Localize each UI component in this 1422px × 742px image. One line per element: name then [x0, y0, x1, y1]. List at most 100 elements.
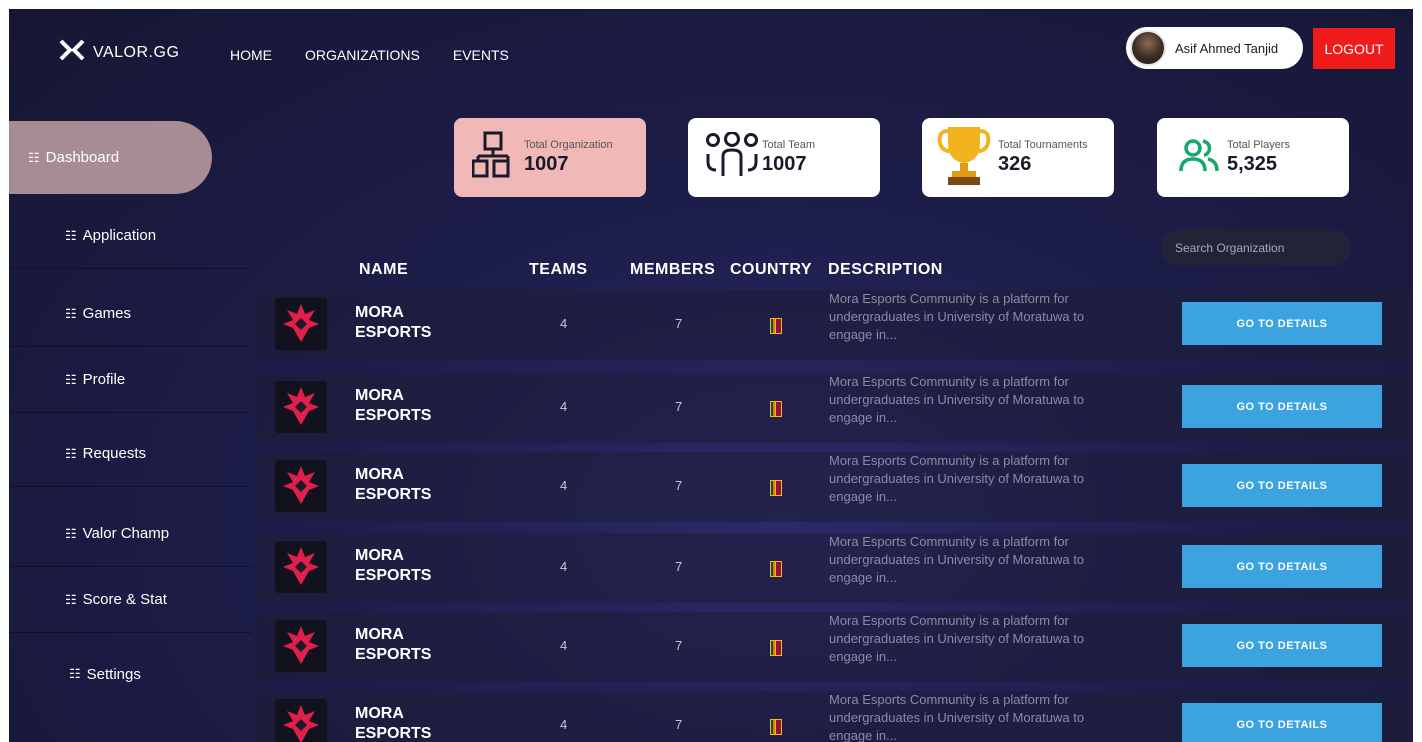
trophy-icon — [936, 123, 992, 192]
go-to-details-button[interactable]: GO TO DETAILS — [1182, 464, 1382, 507]
teams-count: 4 — [560, 316, 568, 331]
stat-card-teams: Total Team 1007 — [688, 118, 880, 197]
grid-icon: ☷ — [65, 305, 77, 321]
table-row: MORA ESPORTS 4 7 Mora Esports Community … — [255, 612, 1413, 682]
hierarchy-icon — [471, 131, 514, 184]
org-name-line: ESPORTS — [355, 567, 432, 584]
sidebar-item-label: Games — [82, 305, 132, 322]
org-name: MORA ESPORTS — [355, 625, 455, 665]
org-name-line: ESPORTS — [355, 486, 432, 503]
org-logo — [275, 699, 327, 742]
org-description: Mora Esports Community is a platform for… — [829, 453, 1085, 504]
column-header-members: MEMBERS — [630, 261, 716, 278]
org-name-line: MORA — [355, 387, 404, 404]
team-icon — [704, 131, 760, 183]
column-header-description: DESCRIPTION — [828, 261, 943, 278]
valor-logo-icon — [59, 39, 85, 66]
org-logo — [275, 381, 327, 433]
go-to-details-button[interactable]: GO TO DETAILS — [1182, 302, 1382, 345]
org-name: MORA ESPORTS — [355, 386, 455, 426]
app-frame: VALOR.GG HOME ORGANIZATIONS EVENTS Asif … — [9, 9, 1413, 742]
table-row: MORA ESPORTS 4 7 Mora Esports Community … — [255, 533, 1413, 603]
teams-count: 4 — [560, 559, 568, 574]
brand-name: VALOR.GG — [93, 43, 180, 61]
table-row: MORA ESPORTS 4 7 Mora Esports Community … — [255, 691, 1413, 742]
teams-count: 4 — [560, 717, 568, 732]
grid-icon: ☷ — [65, 525, 77, 541]
org-name-line: ESPORTS — [355, 324, 432, 341]
sidebar-item-label: Score & Stat — [82, 591, 167, 608]
org-name-line: MORA — [355, 547, 404, 564]
go-to-details-button[interactable]: GO TO DETAILS — [1182, 385, 1382, 428]
sidebar-item-settings[interactable]: ☷ Settings — [9, 641, 252, 707]
nav-organizations-link[interactable]: ORGANIZATIONS — [305, 47, 420, 63]
sidebar: ☷ Dashboard ☷ Application ☷ Games ☷ Prof… — [9, 121, 252, 742]
sri-lanka-flag-icon — [770, 480, 782, 496]
org-description: Mora Esports Community is a platform for… — [829, 613, 1085, 664]
column-header-country: COUNTRY — [730, 261, 813, 278]
org-logo — [275, 298, 327, 350]
org-name: MORA ESPORTS — [355, 465, 455, 505]
stat-label: Total Team — [762, 139, 815, 151]
stat-value: 1007 — [762, 153, 807, 175]
org-name-line: ESPORTS — [355, 407, 432, 424]
nav-home-link[interactable]: HOME — [230, 47, 272, 63]
stat-value: 1007 — [524, 153, 569, 175]
table-row: MORA ESPORTS 4 7 Mora Esports Community … — [255, 290, 1413, 360]
table-row: MORA ESPORTS 4 7 Mora Esports Community … — [255, 373, 1413, 443]
column-header-name: NAME — [359, 261, 409, 278]
nav-links: HOME ORGANIZATIONS EVENTS — [230, 47, 509, 63]
org-name: MORA ESPORTS — [355, 303, 455, 343]
grid-icon: ☷ — [69, 666, 81, 681]
sri-lanka-flag-icon — [770, 561, 782, 577]
grid-icon: ☷ — [65, 445, 77, 461]
stat-value: 326 — [998, 153, 1032, 175]
top-nav: VALOR.GG HOME ORGANIZATIONS EVENTS Asif … — [9, 9, 1413, 99]
stat-value: 5,325 — [1227, 153, 1278, 175]
sidebar-item-label: Valor Champ — [82, 525, 170, 542]
sri-lanka-flag-icon — [770, 401, 782, 417]
sidebar-item-label: Profile — [82, 371, 126, 388]
stat-label: Total Tournaments — [998, 139, 1088, 151]
sidebar-item-label: Dashboard — [45, 149, 120, 166]
column-header-teams: TEAMS — [529, 261, 588, 278]
org-name-line: MORA — [355, 466, 404, 483]
sidebar-item-games[interactable]: ☷ Games — [9, 281, 252, 347]
sidebar-item-application[interactable]: ☷ Application — [9, 203, 252, 269]
org-name-line: MORA — [355, 304, 404, 321]
grid-icon: ☷ — [65, 227, 77, 243]
org-logo — [275, 460, 327, 512]
sidebar-item-label: Settings — [86, 665, 141, 683]
sidebar-item-score-stat[interactable]: ☷ Score & Stat — [9, 567, 252, 633]
teams-count: 4 — [560, 638, 568, 653]
grid-icon: ☷ — [65, 371, 77, 387]
members-count: 7 — [675, 399, 683, 414]
logout-button[interactable]: LOGOUT — [1313, 28, 1395, 69]
sidebar-item-requests[interactable]: ☷ Requests — [9, 421, 252, 487]
players-icon — [1179, 137, 1219, 178]
org-description: Mora Esports Community is a platform for… — [829, 534, 1085, 585]
stat-label: Total Players — [1227, 139, 1290, 151]
org-logo — [275, 620, 327, 672]
org-name-line: MORA — [355, 626, 404, 643]
teams-count: 4 — [560, 399, 568, 414]
sidebar-item-valor-champ[interactable]: ☷ Valor Champ — [9, 501, 252, 567]
org-name: MORA ESPORTS — [355, 704, 455, 742]
go-to-details-button[interactable]: GO TO DETAILS — [1182, 624, 1382, 667]
search-input[interactable] — [1161, 229, 1350, 266]
members-count: 7 — [675, 717, 683, 732]
table-row: MORA ESPORTS 4 7 Mora Esports Community … — [255, 452, 1413, 522]
go-to-details-button[interactable]: GO TO DETAILS — [1182, 703, 1382, 742]
avatar — [1130, 30, 1166, 66]
user-name: Asif Ahmed Tanjid — [1175, 40, 1279, 56]
nav-events-link[interactable]: EVENTS — [453, 47, 509, 63]
brand[interactable]: VALOR.GG — [59, 39, 179, 66]
stat-card-organizations: Total Organization 1007 — [454, 118, 646, 197]
members-count: 7 — [675, 559, 683, 574]
sidebar-item-dashboard[interactable]: ☷ Dashboard — [9, 121, 212, 194]
go-to-details-button[interactable]: GO TO DETAILS — [1182, 545, 1382, 588]
user-profile-pill[interactable]: Asif Ahmed Tanjid — [1126, 27, 1303, 69]
members-count: 7 — [675, 638, 683, 653]
members-count: 7 — [675, 478, 683, 493]
sidebar-item-profile[interactable]: ☷ Profile — [9, 347, 252, 413]
